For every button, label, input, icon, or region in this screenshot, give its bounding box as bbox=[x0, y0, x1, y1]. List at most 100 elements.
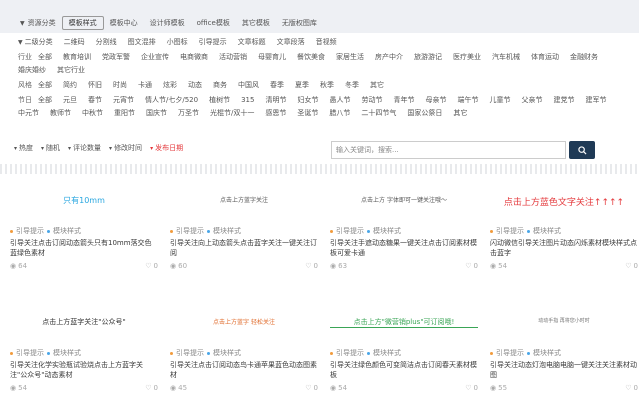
filter-option[interactable]: 活动营销 bbox=[219, 51, 247, 64]
filter-option[interactable]: 怀旧 bbox=[88, 79, 102, 92]
tag-label[interactable]: 模块样式 bbox=[53, 348, 81, 358]
template-card[interactable]: 点击上方"微营销plus"可订阅哦! 引导提示 模块样式 引导关注绿色颜色可变简洁点击… bbox=[330, 305, 478, 392]
tag-label[interactable]: 模块样式 bbox=[533, 348, 561, 358]
card-title[interactable]: 闪动微信引导关注图片动态闪烁素材模块样式点击蓝字 bbox=[490, 238, 638, 258]
filter-option[interactable]: 党政军警 bbox=[102, 51, 130, 64]
template-card[interactable]: 点击上方蓝字关注"公众号" 引导提示 模块样式引导关注化学实验瓶试验烧点击上方蓝字关… bbox=[10, 305, 158, 392]
filter-option[interactable]: 音视频 bbox=[316, 36, 337, 49]
filter-option[interactable]: 春节 bbox=[88, 94, 102, 107]
filter-option[interactable]: 劳动节 bbox=[361, 94, 382, 107]
filter-option[interactable]: 情人节/七夕/520 bbox=[145, 94, 198, 107]
top-nav-item[interactable]: 设计师模板 bbox=[144, 17, 191, 29]
filter-option[interactable]: 电商微商 bbox=[180, 51, 208, 64]
filter-option[interactable]: 时尚 bbox=[113, 79, 127, 92]
card-title[interactable]: 引导关注向上动态箭头点击蓝字关注一键关注订阅 bbox=[170, 238, 318, 258]
top-nav-item[interactable]: 模板样式 bbox=[61, 16, 104, 30]
filter-option[interactable]: 圣诞节 bbox=[297, 107, 318, 120]
sort-option[interactable]: ▾ 修改时间 bbox=[109, 143, 142, 153]
filter-option[interactable]: 汽车机械 bbox=[492, 51, 520, 64]
filter-option[interactable]: 国庆节 bbox=[146, 107, 167, 120]
filter-option[interactable]: 医疗美业 bbox=[453, 51, 481, 64]
template-card[interactable]: 点击上方蓝字关注 引导提示 模块样式 引导关注向上动态箭头点击蓝字关注一键关注订阅 ◉ 6… bbox=[170, 183, 318, 270]
filter-option[interactable]: 重阳节 bbox=[114, 107, 135, 120]
template-card[interactable]: 点击上方 字体即可一键关注哦～ 引导提示 模块样式 引导关注手遮动态糖果一键关注点击订… bbox=[330, 183, 478, 270]
template-card[interactable]: 只有10mm 引导提示 模块样式 引导关注点击订阅动态箭头只有10mm落交色蓝绿色素材… bbox=[10, 183, 158, 270]
card-thumbnail[interactable]: 点击上方蓝字 轻松关注 bbox=[170, 305, 318, 345]
filter-option[interactable]: 中元节 bbox=[18, 107, 39, 120]
template-card[interactable]: 点击上方蓝色文字关注↑↑↑↑ 引导提示 模块样式 闪动微信引导关注图片动态闪烁素材模块… bbox=[490, 183, 638, 270]
top-nav-item[interactable]: office模板 bbox=[191, 17, 236, 29]
filter-option[interactable]: 教师节 bbox=[50, 107, 71, 120]
filter-option[interactable]: ▼ 二级分类 bbox=[18, 36, 53, 49]
tag-label[interactable]: 引导提示 bbox=[16, 348, 44, 358]
filter-option[interactable]: 清明节 bbox=[265, 94, 286, 107]
filter-option[interactable]: 金融财务 bbox=[570, 51, 598, 64]
card-thumbnail[interactable]: 点击上方 字体即可一键关注哦～ bbox=[330, 183, 478, 223]
filter-option[interactable]: 简约 bbox=[63, 79, 77, 92]
filter-option[interactable]: 315 bbox=[241, 94, 254, 107]
top-nav-item[interactable]: ▼ 资源分类 bbox=[14, 17, 62, 29]
tag-label[interactable]: 模块样式 bbox=[373, 348, 401, 358]
filter-option[interactable]: 分割线 bbox=[96, 36, 117, 49]
tag-label[interactable]: 引导提示 bbox=[176, 226, 204, 236]
filter-option[interactable]: 全部 bbox=[38, 94, 52, 107]
card-thumbnail[interactable]: 点击上方蓝色文字关注↑↑↑↑ bbox=[490, 183, 638, 223]
tag-label[interactable]: 引导提示 bbox=[16, 226, 44, 236]
filter-option[interactable]: 全部 bbox=[38, 79, 52, 92]
card-thumbnail[interactable]: 点击上方蓝字关注"公众号" bbox=[10, 305, 158, 345]
filter-option[interactable]: 元宵节 bbox=[113, 94, 134, 107]
tag-label[interactable]: 引导提示 bbox=[496, 348, 524, 358]
filter-option[interactable]: 小图标 bbox=[167, 36, 188, 49]
card-title[interactable]: 引导关注手遮动态糖果一键关注点击订阅素材模板可爱卡通 bbox=[330, 238, 478, 258]
card-title[interactable]: 引导关注点击订阅动态鸟卡通苹果蓝色动态图素材 bbox=[170, 360, 318, 380]
filter-option[interactable]: 教育培训 bbox=[63, 51, 91, 64]
search-input[interactable]: 输入关键词，搜索... bbox=[331, 141, 566, 159]
filter-option[interactable]: 其它行业 bbox=[57, 64, 85, 77]
filter-option[interactable]: 元旦 bbox=[63, 94, 77, 107]
filter-option[interactable]: 炫彩 bbox=[163, 79, 177, 92]
filter-option[interactable]: 婚庆婚纱 bbox=[18, 64, 46, 77]
search-button[interactable] bbox=[569, 141, 595, 159]
filter-option[interactable]: 商务 bbox=[213, 79, 227, 92]
filter-option[interactable]: 妇女节 bbox=[297, 94, 318, 107]
filter-option[interactable]: 餐饮美食 bbox=[297, 51, 325, 64]
filter-option[interactable]: 体育运动 bbox=[531, 51, 559, 64]
filter-option[interactable]: 冬季 bbox=[345, 79, 359, 92]
filter-option[interactable]: 母亲节 bbox=[425, 94, 446, 107]
sort-option[interactable]: ▾ 评论数量 bbox=[68, 143, 101, 153]
template-card[interactable]: 动动手指 再将您小时时 引导提示 模块样式 引导关注动态灯泡电脑电脑一键关注关注素材动… bbox=[490, 305, 638, 392]
filter-option[interactable]: 文章段落 bbox=[277, 36, 305, 49]
filter-option[interactable]: 二十四节气 bbox=[361, 107, 396, 120]
filter-option[interactable]: 中秋节 bbox=[82, 107, 103, 120]
card-title[interactable]: 引导关注绿色颜色可变简洁点击订阅春天素材模板 bbox=[330, 360, 478, 380]
tag-label[interactable]: 模块样式 bbox=[533, 226, 561, 236]
filter-option[interactable]: 旅游游记 bbox=[414, 51, 442, 64]
filter-option[interactable]: 秋季 bbox=[320, 79, 334, 92]
tag-label[interactable]: 引导提示 bbox=[336, 348, 364, 358]
filter-option[interactable]: 建党节 bbox=[553, 94, 574, 107]
filter-option[interactable]: 腊八节 bbox=[329, 107, 350, 120]
card-title[interactable]: 引导关注化学实验瓶试验烧点击上方蓝字关注"公众号"动态素材 bbox=[10, 360, 158, 380]
top-nav-item[interactable]: 无版权图库 bbox=[276, 17, 323, 29]
filter-option[interactable]: 端午节 bbox=[457, 94, 478, 107]
sort-option[interactable]: ▾ 随机 bbox=[41, 143, 60, 153]
card-thumbnail[interactable]: 点击上方蓝字关注 bbox=[170, 183, 318, 223]
tag-label[interactable]: 模块样式 bbox=[373, 226, 401, 236]
filter-option[interactable]: 建军节 bbox=[585, 94, 606, 107]
filter-option[interactable]: 感恩节 bbox=[265, 107, 286, 120]
filter-option[interactable]: 中国风 bbox=[238, 79, 259, 92]
top-nav-item[interactable]: 模板中心 bbox=[104, 17, 144, 29]
filter-option[interactable]: 国家公祭日 bbox=[407, 107, 442, 120]
filter-option[interactable]: 父亲节 bbox=[521, 94, 542, 107]
filter-option[interactable]: 愚人节 bbox=[329, 94, 350, 107]
filter-option[interactable]: 其它 bbox=[453, 107, 467, 120]
tag-label[interactable]: 模块样式 bbox=[213, 226, 241, 236]
card-thumbnail[interactable]: 只有10mm bbox=[10, 183, 158, 223]
sort-option[interactable]: ▾ 发布日期 bbox=[150, 143, 183, 153]
filter-option[interactable]: 全部 bbox=[38, 51, 52, 64]
filter-option[interactable]: 引导提示 bbox=[199, 36, 227, 49]
filter-option[interactable]: 春季 bbox=[270, 79, 284, 92]
filter-option[interactable]: 卡通 bbox=[138, 79, 152, 92]
filter-option[interactable]: 青年节 bbox=[393, 94, 414, 107]
filter-option[interactable]: 光棍节/双十一 bbox=[210, 107, 254, 120]
